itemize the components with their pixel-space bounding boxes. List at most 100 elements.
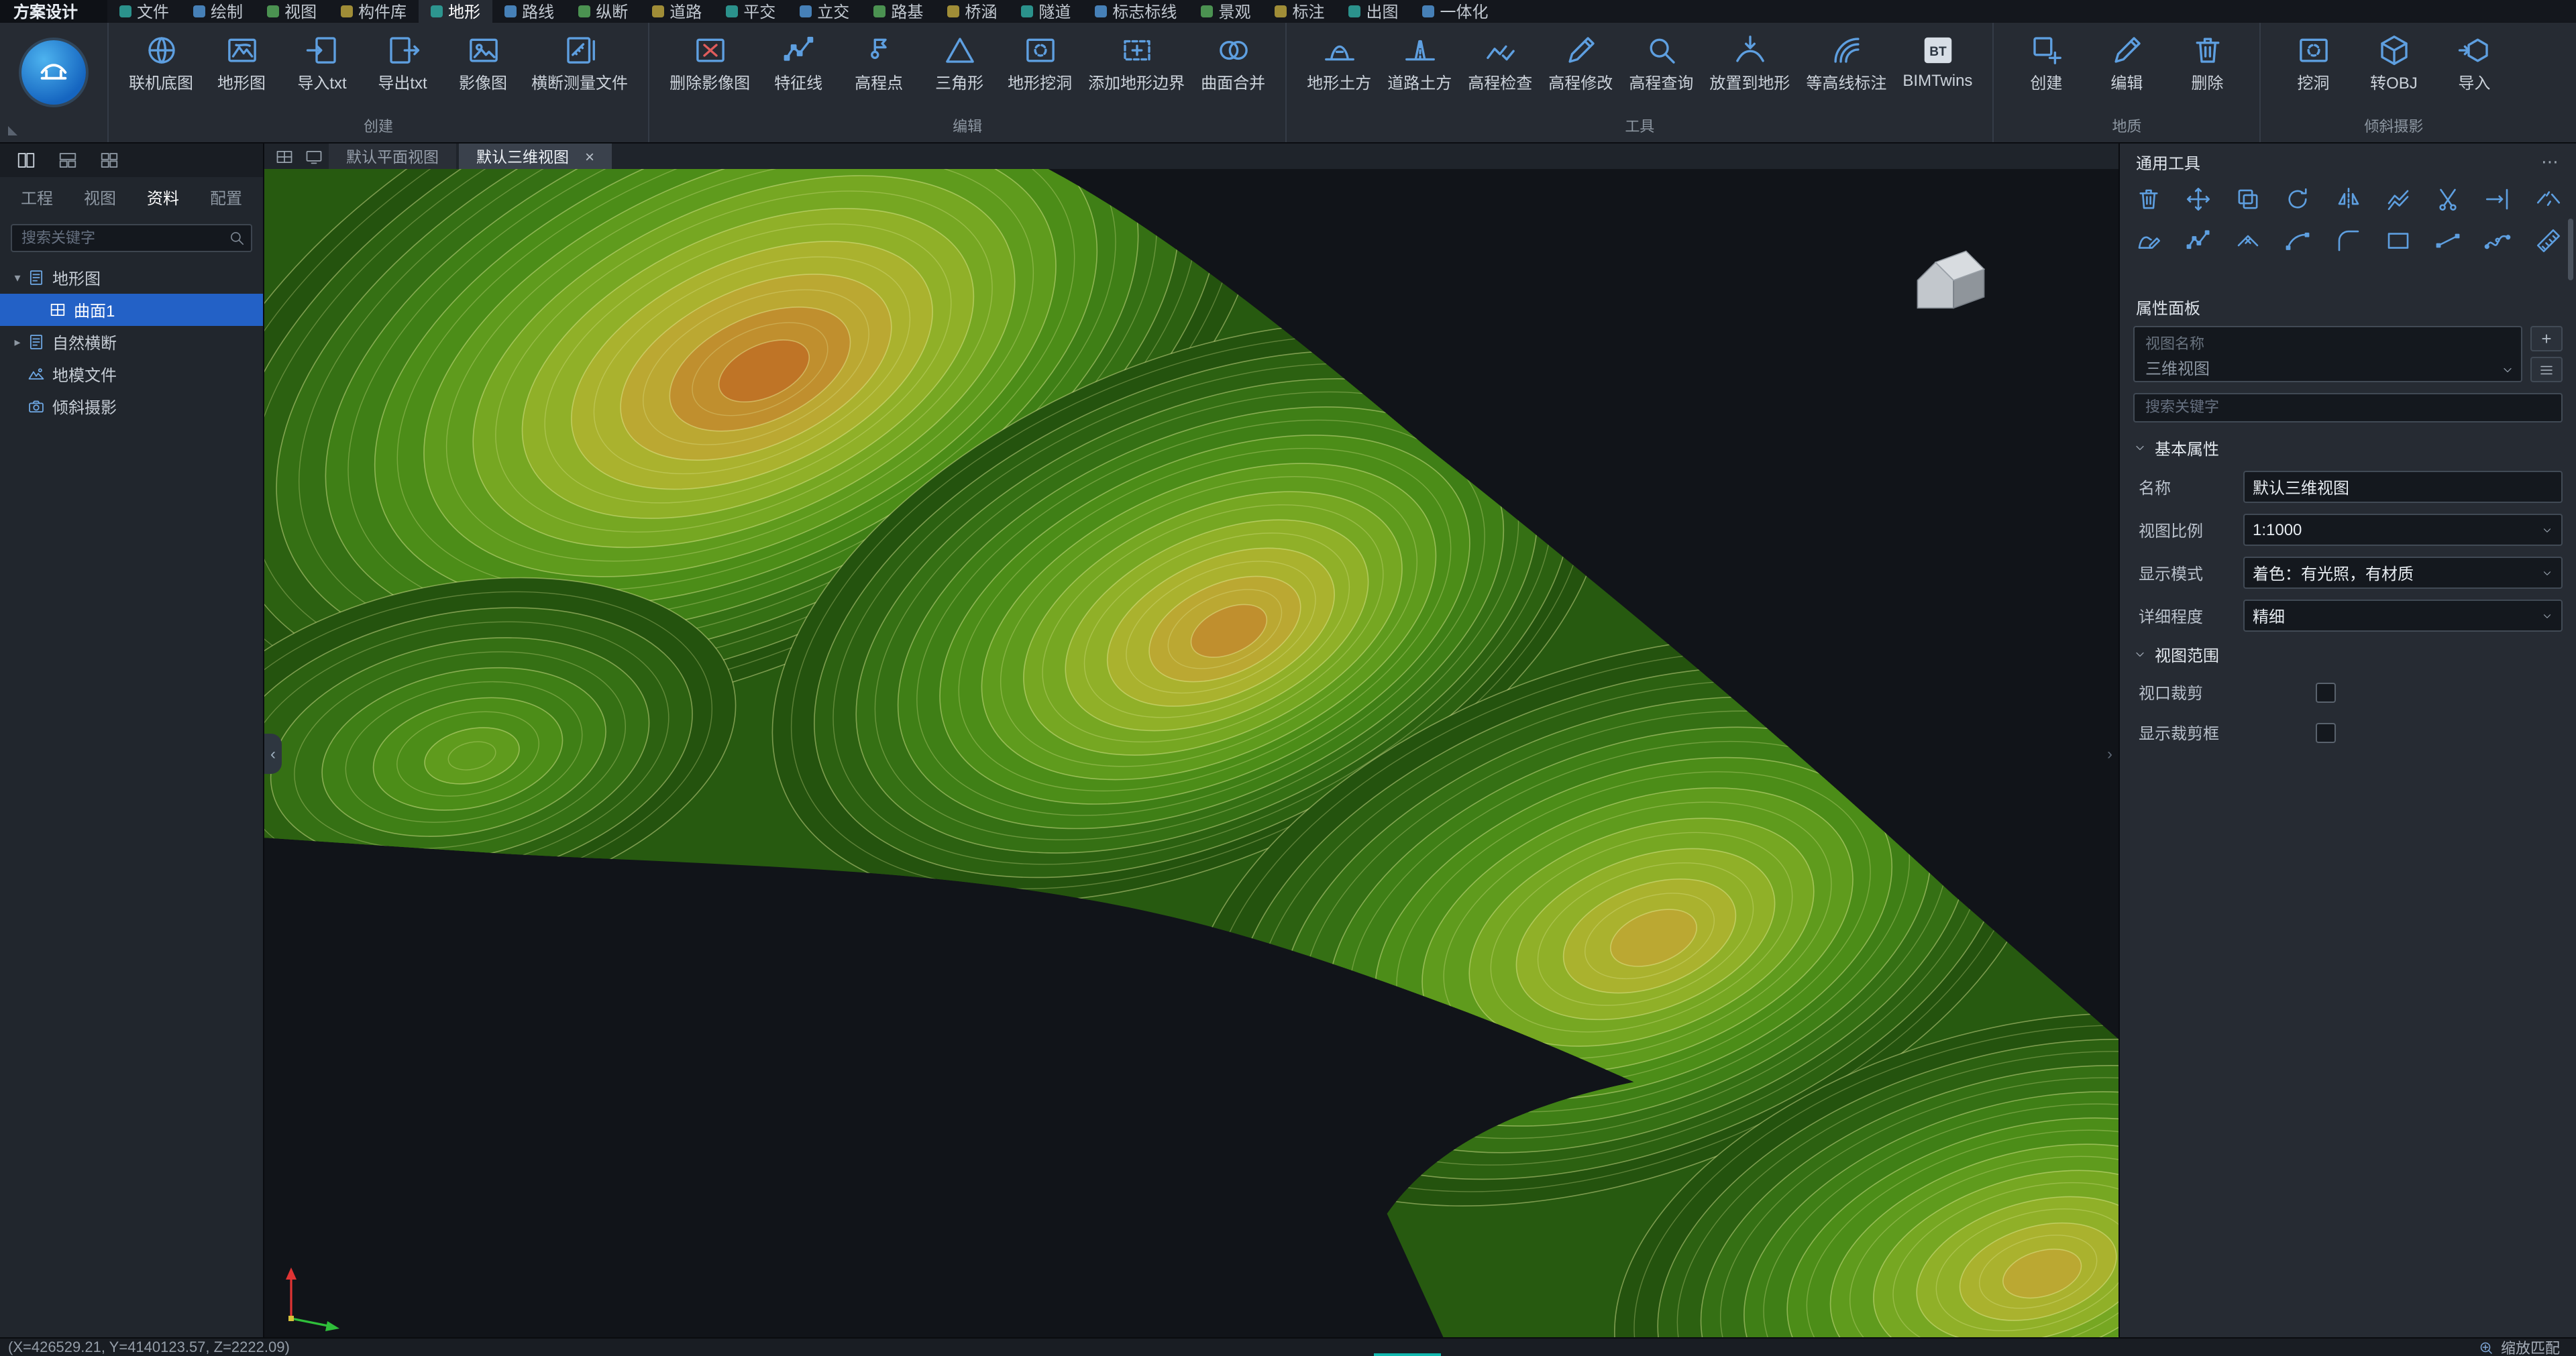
ribbon-button-delete-image[interactable]: 删除影像图 bbox=[661, 27, 758, 97]
collapse-sidebar-handle[interactable]: ‹ bbox=[264, 733, 282, 773]
screen-view-button[interactable] bbox=[305, 147, 323, 166]
tool-surface-pencil-button[interactable] bbox=[2133, 225, 2163, 255]
add-view-button[interactable]: + bbox=[2530, 326, 2563, 351]
ribbon-button-elevation-check[interactable]: 高程检查 bbox=[1460, 27, 1540, 97]
tool-fillet-button[interactable] bbox=[2333, 225, 2363, 255]
zoom-fit-button[interactable]: 缩放匹配 bbox=[2478, 1337, 2576, 1356]
tool-arc-button[interactable] bbox=[2284, 225, 2313, 255]
tool-copy-button[interactable] bbox=[2233, 184, 2263, 213]
ribbon-button-cross-section-file[interactable]: 横断测量文件 bbox=[523, 27, 636, 97]
close-icon[interactable]: × bbox=[585, 148, 594, 164]
app-title[interactable]: 方案设计 bbox=[0, 0, 107, 23]
ribbon-button-import-txt[interactable]: 导入txt bbox=[282, 27, 362, 97]
tree-item-terrain-map[interactable]: ▾地形图 bbox=[0, 262, 263, 294]
tool-trash-button[interactable] bbox=[2133, 184, 2163, 213]
ribbon-button-delete-geology[interactable]: 删除 bbox=[2167, 27, 2247, 97]
properties-search-input[interactable] bbox=[2133, 393, 2563, 422]
show-clip-box-checkbox[interactable] bbox=[2316, 722, 2336, 742]
display-mode-select[interactable]: 着色：有光照，有材质 bbox=[2243, 557, 2563, 589]
ribbon-button-contour-label[interactable]: 等高线标注 bbox=[1798, 27, 1894, 97]
menu-item-bridge-culvert[interactable]: 桥涵 bbox=[935, 0, 1009, 23]
tool-node-edit-button[interactable] bbox=[2233, 225, 2263, 255]
menu-item-route[interactable]: 路线 bbox=[492, 0, 566, 23]
layout-columns-button[interactable] bbox=[16, 150, 36, 170]
menu-item-sign-marking[interactable]: 标志标线 bbox=[1083, 0, 1189, 23]
view-cube-house[interactable] bbox=[1909, 244, 1992, 317]
ribbon-button-feature-line[interactable]: 特征线 bbox=[758, 27, 839, 97]
ribbon-button-online-basemap[interactable]: 联机底图 bbox=[121, 27, 201, 97]
menu-item-file[interactable]: 文件 bbox=[107, 0, 181, 23]
sidebar-tab-project[interactable]: 工程 bbox=[5, 178, 68, 217]
app-logo[interactable] bbox=[0, 23, 107, 142]
menu-item-subgrade[interactable]: 路基 bbox=[861, 0, 935, 23]
viewport-tab-plan-view[interactable]: 默认平面视图 bbox=[329, 144, 456, 169]
menu-item-tunnel[interactable]: 隧道 bbox=[1009, 0, 1083, 23]
menu-item-interchange[interactable]: 立交 bbox=[788, 0, 861, 23]
menu-item-terrain[interactable]: 地形 bbox=[419, 0, 492, 23]
detail-level-select[interactable]: 精细 bbox=[2243, 600, 2563, 632]
menu-item-annotation[interactable]: 标注 bbox=[1263, 0, 1336, 23]
tree-item-surface-1[interactable]: 曲面1 bbox=[0, 294, 263, 326]
more-options-icon[interactable]: ⋯ bbox=[2541, 152, 2560, 173]
menu-item-profile[interactable]: 纵断 bbox=[566, 0, 640, 23]
tool-extend-button[interactable] bbox=[2483, 184, 2513, 213]
ribbon-button-to-obj[interactable]: 转OBJ bbox=[2353, 27, 2434, 97]
menu-item-draw[interactable]: 绘制 bbox=[181, 0, 255, 23]
ribbon-button-road-earthwork[interactable]: 道路土方 bbox=[1379, 27, 1460, 97]
menu-item-component-library[interactable]: 构件库 bbox=[329, 0, 419, 23]
ribbon-button-create-geology[interactable]: 创建 bbox=[2006, 27, 2086, 97]
tool-mirror-button[interactable] bbox=[2333, 184, 2363, 213]
ribbon-button-elevation-query[interactable]: 高程查询 bbox=[1621, 27, 1701, 97]
tool-segment-button[interactable] bbox=[2433, 225, 2463, 255]
ribbon-button-elevation-edit[interactable]: 高程修改 bbox=[1540, 27, 1621, 97]
tool-break-button[interactable] bbox=[2533, 184, 2563, 213]
menu-item-road[interactable]: 道路 bbox=[640, 0, 714, 23]
menu-item-view[interactable]: 视图 bbox=[255, 0, 329, 23]
section-view-range-header[interactable]: 视图范围 bbox=[2120, 637, 2576, 672]
ribbon-button-dig-hole[interactable]: 挖洞 bbox=[2273, 27, 2353, 97]
tool-spline-button[interactable] bbox=[2483, 225, 2513, 255]
ribbon-button-bimtwins[interactable]: BTBIMTwins bbox=[1894, 27, 1980, 97]
menu-item-landscape[interactable]: 景观 bbox=[1189, 0, 1263, 23]
ribbon-button-elevation-point[interactable]: 高程点 bbox=[839, 27, 919, 97]
tool-rotate-button[interactable] bbox=[2284, 184, 2313, 213]
sidebar-tab-data[interactable]: 资料 bbox=[131, 178, 195, 217]
app-logo-circle[interactable] bbox=[21, 40, 86, 105]
ribbon-button-terrain-hole[interactable]: 地形挖洞 bbox=[1000, 27, 1080, 97]
menu-item-at-grade[interactable]: 平交 bbox=[714, 0, 788, 23]
section-basic-header[interactable]: 基本属性 bbox=[2120, 431, 2576, 465]
ribbon-button-import-oblique[interactable]: 导入 bbox=[2434, 27, 2514, 97]
view-selector-dropdown[interactable]: 视图名称 三维视图 bbox=[2133, 326, 2522, 382]
tree-item-natural-cross-section[interactable]: ▸自然横断 bbox=[0, 326, 263, 358]
sidebar-tab-view[interactable]: 视图 bbox=[68, 178, 131, 217]
menu-item-plot[interactable]: 出图 bbox=[1337, 0, 1411, 23]
ribbon-button-merge-surface[interactable]: 曲面合并 bbox=[1193, 27, 1273, 97]
layout-grid-button[interactable] bbox=[99, 150, 119, 170]
ribbon-button-image-map[interactable]: 影像图 bbox=[443, 27, 523, 97]
view-scale-select[interactable]: 1:1000 bbox=[2243, 514, 2563, 546]
tree-item-oblique-photography[interactable]: 倾斜摄影 bbox=[0, 390, 263, 422]
tool-trim-button[interactable] bbox=[2433, 184, 2463, 213]
ribbon-button-place-on-terrain[interactable]: 放置到地形 bbox=[1701, 27, 1798, 97]
menu-item-integration[interactable]: 一体化 bbox=[1411, 0, 1501, 23]
tool-measure-button[interactable] bbox=[2533, 225, 2563, 255]
tool-offset-button[interactable] bbox=[2383, 184, 2413, 213]
sidebar-search-input[interactable] bbox=[11, 224, 252, 252]
split-view-button[interactable] bbox=[275, 147, 294, 166]
ribbon-button-terrain-map[interactable]: 地形图 bbox=[201, 27, 282, 97]
tool-feature-line-button[interactable] bbox=[2184, 225, 2213, 255]
view-list-button[interactable] bbox=[2530, 357, 2563, 382]
terrain-3d-view[interactable] bbox=[264, 169, 2118, 1337]
sidebar-tab-config[interactable]: 配置 bbox=[195, 178, 258, 217]
scrollbar[interactable] bbox=[2568, 219, 2573, 280]
ribbon-button-triangle[interactable]: 三角形 bbox=[919, 27, 1000, 97]
ribbon-button-add-boundary[interactable]: 添加地形边界 bbox=[1080, 27, 1193, 97]
collapse-right-panel-handle[interactable]: › bbox=[2101, 733, 2118, 773]
terrain-3d-canvas[interactable]: ‹ › bbox=[264, 169, 2118, 1337]
ribbon-button-export-txt[interactable]: 导出txt bbox=[362, 27, 443, 97]
name-input[interactable] bbox=[2253, 477, 2553, 496]
layout-mixed-button[interactable] bbox=[58, 150, 78, 170]
ribbon-button-terrain-earthwork[interactable]: 地形土方 bbox=[1299, 27, 1379, 97]
tool-rect-tool-button[interactable] bbox=[2383, 225, 2413, 255]
tree-item-terrain-model-files[interactable]: 地模文件 bbox=[0, 358, 263, 390]
